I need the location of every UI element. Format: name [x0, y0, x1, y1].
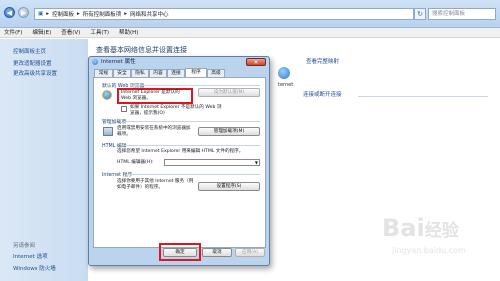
html-editor-dropdown[interactable]: ▼	[164, 159, 260, 166]
divider	[122, 145, 260, 146]
watermark-brand-suffix: 经验	[424, 221, 459, 241]
menu-help[interactable]: 帮助(H)	[119, 28, 138, 37]
change-adapter-settings-link[interactable]: 更改适配器设置	[13, 59, 52, 67]
back-button[interactable]: ◀	[4, 7, 15, 18]
apply-button[interactable]: 应用(A)	[235, 248, 265, 257]
addons-icon	[103, 127, 113, 136]
internet-globe-icon	[278, 67, 290, 79]
tab-general[interactable]: 常规	[94, 69, 113, 77]
html-editor-label: HTML 编辑器(H):	[117, 160, 154, 165]
windows-firewall-link[interactable]: Windows 防火墙	[13, 264, 56, 272]
divider	[130, 85, 260, 86]
menu-file[interactable]: 文件(F)	[4, 28, 22, 37]
breadcrumb-separator-icon: ▸	[46, 11, 49, 17]
programs-tab-panel: 默认的 Web 浏览器 Internet Explorer 是默认的 Web 浏…	[93, 77, 266, 248]
connect-disconnect-link[interactable]: 连接或断开连接	[303, 90, 342, 98]
watermark-url: jingyan.baidu.com	[392, 246, 466, 255]
forward-button[interactable]: ▶	[18, 7, 29, 18]
refresh-icon[interactable]: ↻	[414, 8, 426, 20]
internet-properties-dialog: Internet 属性 ✕ 常规 安全 隐私 内容 连接 程序 高级 默认的 W…	[88, 56, 270, 266]
prompt-checkbox-label: 如果 Internet Explorer 不是默认的 Web 浏览器，提示我(O…	[130, 105, 222, 116]
view-full-map-link[interactable]: 查看完整映射	[306, 57, 339, 65]
menu-bar: 文件(F) 编辑(E) 查看(V) 工具(T) 帮助(H)	[0, 28, 500, 38]
dialog-title: Internet 属性	[101, 59, 136, 65]
default-browser-status: Internet Explorer 是默认的 Web 浏览器。	[121, 90, 180, 101]
internet-programs-text: 选择你要用于其他 Internet 服务（例如电子邮件）的程序。	[117, 179, 194, 190]
menu-view[interactable]: 查看(V)	[61, 28, 80, 37]
ok-button[interactable]: 确定	[163, 248, 197, 257]
ie-browser-icon	[102, 90, 112, 100]
set-default-button[interactable]: 设为默认值(M)	[198, 88, 260, 97]
breadcrumb-item[interactable]: 控制面板	[52, 10, 74, 18]
menu-edit[interactable]: 编辑(E)	[32, 28, 51, 37]
breadcrumb-separator-icon: ▸	[124, 11, 128, 17]
control-panel-icon: ▣	[38, 11, 44, 17]
manage-addons-heading: 管理加载项	[102, 120, 126, 125]
search-input[interactable]: 搜索控制面板	[428, 8, 496, 20]
control-panel-home-link[interactable]: 控制面板主页	[13, 47, 46, 55]
search-placeholder: 搜索控制面板	[432, 11, 466, 17]
tab-privacy[interactable]: 隐私	[131, 69, 149, 77]
internet-options-link[interactable]: Internet 选项	[13, 252, 48, 260]
manage-addons-text: 启用或禁用安装在系统中的浏览器加载项。	[117, 126, 191, 137]
prompt-checkbox[interactable]	[121, 106, 127, 112]
see-also-heading: 另请参阅	[13, 243, 36, 249]
page-title: 查看基本网络信息并设置连接	[96, 46, 187, 54]
tab-connections[interactable]: 连接	[167, 69, 185, 77]
set-programs-button[interactable]: 设置程序(S)	[198, 182, 260, 191]
tab-content[interactable]: 内容	[149, 69, 167, 77]
html-editing-text: 选择您希望 Internet Explorer 用来编辑 HTML 文件的程序。	[117, 149, 244, 154]
divider	[124, 121, 260, 122]
breadcrumb-item[interactable]: 所有控制面板项	[83, 10, 122, 18]
manage-addons-button[interactable]: 管理加载项(M)	[198, 127, 260, 136]
watermark-brand-text: Bai	[382, 214, 425, 242]
divider	[128, 174, 260, 175]
change-sharing-settings-link[interactable]: 更改高级共享设置	[13, 69, 57, 77]
menu-tools[interactable]: 工具(T)	[90, 28, 109, 37]
breadcrumb-separator-icon: ▸	[76, 11, 80, 17]
tab-advanced[interactable]: 高级	[207, 69, 225, 77]
cancel-button[interactable]: 取消	[202, 248, 232, 257]
left-navigation-pane: 控制面板主页 更改适配器设置 更改高级共享设置 另请参阅 Internet 选项…	[0, 39, 88, 281]
address-bar[interactable]: ▣ ▸ 控制面板 ▸ 所有控制面板项 ▸ 网络和共享中心	[34, 8, 414, 20]
internet-label: ternet	[278, 82, 294, 88]
breadcrumb-item[interactable]: 网络和共享中心	[130, 10, 169, 18]
watermark-brand: Bai经验	[382, 214, 459, 242]
chevron-down-icon: ▼	[254, 160, 258, 165]
close-icon[interactable]: ✕	[246, 58, 266, 66]
explorer-titlebar: ◀ ▶ ▣ ▸ 控制面板 ▸ 所有控制面板项 ▸ 网络和共享中心 ↻ 搜索控制面…	[0, 0, 500, 28]
section-divider	[358, 96, 488, 97]
tab-security[interactable]: 安全	[113, 69, 131, 77]
